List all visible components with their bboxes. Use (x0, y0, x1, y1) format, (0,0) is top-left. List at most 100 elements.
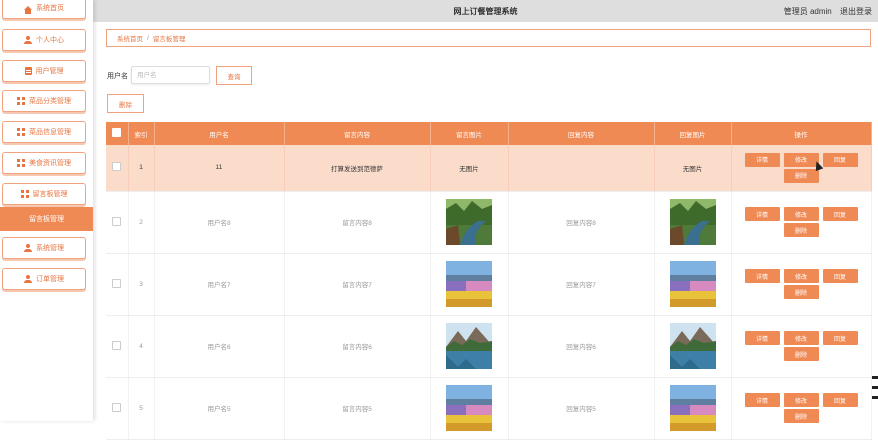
sidebar-item-label: 留言板管理 (29, 216, 64, 223)
column-header: 回复图片 (654, 122, 732, 145)
delete-button[interactable]: 删除 (783, 223, 819, 237)
message-cell: 留言内容6 (284, 315, 431, 378)
admin-label: 管理员 admin (783, 7, 832, 16)
message-image-cell: 无图片 (430, 145, 509, 192)
delete-button[interactable]: 删除 (783, 347, 819, 361)
message-image-cell (430, 377, 509, 440)
username-search-input[interactable] (131, 66, 210, 84)
index-cell: 1 (128, 145, 155, 192)
sidebar-item-message-board[interactable]: 留言板管理 (2, 183, 86, 205)
detail-button[interactable]: 详情 (744, 152, 780, 167)
reply-cell: 回复内容8 (508, 191, 655, 254)
delete-button[interactable]: 删除 (783, 285, 819, 299)
reply-image-cell (654, 377, 732, 440)
header-checkbox-cell (106, 122, 129, 145)
edit-button[interactable]: 修改 (783, 207, 819, 221)
row-actions: 详情 修改 回复 删除 (740, 207, 862, 237)
reply-button[interactable]: 回复 (822, 331, 858, 345)
index-cell: 4 (128, 315, 155, 378)
table-header-row: 索引 用户名 留言内容 留言图片 回复内容 回复图片 操作 (106, 122, 872, 145)
reply-image-cell (654, 253, 732, 316)
reply-button[interactable]: 回复 (822, 152, 858, 167)
edit-button[interactable]: 修改 (783, 331, 819, 345)
edit-button[interactable]: 修改 (783, 269, 819, 283)
detail-button[interactable]: 详情 (744, 207, 780, 221)
sidebar-item-user-management[interactable]: 用户管理 (2, 60, 86, 82)
table-row: 1 11 打算发送到范德萨 无图片 无图片 详情 修改 回复 删除 (106, 145, 872, 192)
row-actions: 详情 修改 回复 删除 (740, 152, 862, 183)
forest-river-image (669, 199, 716, 245)
flower-field-image (446, 385, 492, 431)
checkbox-cell (106, 377, 129, 440)
sidebar-item-dish-category[interactable]: 菜品分类管理 (2, 90, 86, 112)
reply-cell: 回复内容5 (508, 377, 655, 440)
sidebar-item-label: 菜品信息管理 (29, 129, 71, 136)
grid-icon (17, 97, 25, 105)
edit-button[interactable]: 修改 (783, 393, 819, 407)
select-all-checkbox[interactable] (112, 128, 122, 137)
top-header: 网上订餐管理系统 管理员 admin 退出登录 (93, 0, 878, 22)
column-header: 回复内容 (508, 122, 655, 145)
flower-field-image (669, 261, 716, 307)
reply-cell (508, 145, 655, 192)
row-checkbox[interactable] (112, 402, 122, 412)
breadcrumb-home[interactable]: 系统首页 (117, 33, 143, 43)
user-area: 管理员 admin 退出登录 (778, 6, 872, 17)
sidebar-item-personal-center[interactable]: 个人中心 (2, 29, 86, 51)
reply-image-text: 无图片 (682, 165, 703, 173)
username-cell: 用户名8 (154, 191, 285, 254)
grid-icon (17, 159, 25, 167)
detail-button[interactable]: 详情 (744, 331, 780, 345)
sidebar-item-home[interactable]: 系统首页 (2, 0, 86, 19)
sidebar-item-order-management[interactable]: 订单管理 (2, 268, 86, 290)
index-cell: 5 (128, 377, 155, 440)
sidebar-item-message-board-active[interactable]: 留言板管理 (0, 207, 93, 231)
grid-icon (20, 190, 29, 198)
breadcrumb-current: 留言板管理 (152, 36, 186, 43)
checkbox-cell (106, 145, 129, 192)
user-icon (24, 36, 32, 44)
breadcrumb-separator: / (147, 34, 149, 42)
row-checkbox[interactable] (112, 162, 122, 172)
sidebar-item-food-news[interactable]: 美食资讯管理 (2, 152, 86, 174)
reply-button[interactable]: 回复 (822, 207, 858, 221)
sidebar-item-dish-info[interactable]: 菜品信息管理 (2, 121, 86, 143)
sidebar: 系统首页 个人中心 用户管理 菜品分类管理 菜品信息管理 美食资讯管理 留言板管… (0, 0, 93, 421)
edge-decoration (872, 376, 878, 406)
column-header: 留言内容 (284, 122, 431, 145)
username-cell: 11 (154, 145, 285, 192)
column-header: 留言图片 (430, 122, 509, 145)
message-image-cell (430, 191, 509, 254)
logout-link[interactable]: 退出登录 (840, 7, 872, 16)
detail-button[interactable]: 详情 (744, 269, 780, 283)
message-cell: 留言内容5 (284, 377, 431, 440)
reply-button[interactable]: 回复 (822, 269, 858, 283)
actions-cell: 详情 修改 回复 删除 (731, 145, 872, 192)
reply-image-cell (654, 191, 732, 254)
message-cell: 打算发送到范德萨 (284, 145, 431, 192)
row-checkbox[interactable] (112, 278, 122, 288)
message-image-cell (430, 253, 509, 316)
reply-image-cell: 无图片 (654, 145, 732, 192)
sidebar-item-label: 菜品分类管理 (29, 98, 71, 105)
row-checkbox[interactable] (112, 216, 122, 226)
column-header: 用户名 (154, 122, 285, 145)
table-row: 5 用户名5 留言内容5 回复内容5 详情 修改 回复 删除 (106, 377, 872, 440)
flower-field-image (446, 261, 492, 307)
column-header: 操作 (731, 122, 872, 145)
search-button[interactable]: 查询 (216, 66, 252, 85)
detail-button[interactable]: 详情 (744, 393, 780, 407)
bulk-delete-button[interactable]: 删除 (107, 94, 144, 113)
row-actions: 详情 修改 回复 删除 (740, 393, 862, 423)
row-checkbox[interactable] (112, 340, 122, 350)
table-row: 4 用户名6 留言内容6 回复内容6 详情 修改 回复 删除 (106, 315, 872, 378)
reply-button[interactable]: 回复 (822, 393, 858, 407)
delete-button[interactable]: 删除 (783, 168, 819, 183)
search-label: 用户名 (107, 73, 128, 80)
reply-image-cell (654, 315, 732, 378)
row-actions: 详情 修改 回复 删除 (740, 331, 862, 361)
username-cell: 用户名7 (154, 253, 285, 316)
sidebar-item-system-management[interactable]: 系统管理 (2, 237, 86, 259)
actions-cell: 详情 修改 回复 删除 (731, 377, 872, 440)
user-icon (24, 244, 32, 252)
